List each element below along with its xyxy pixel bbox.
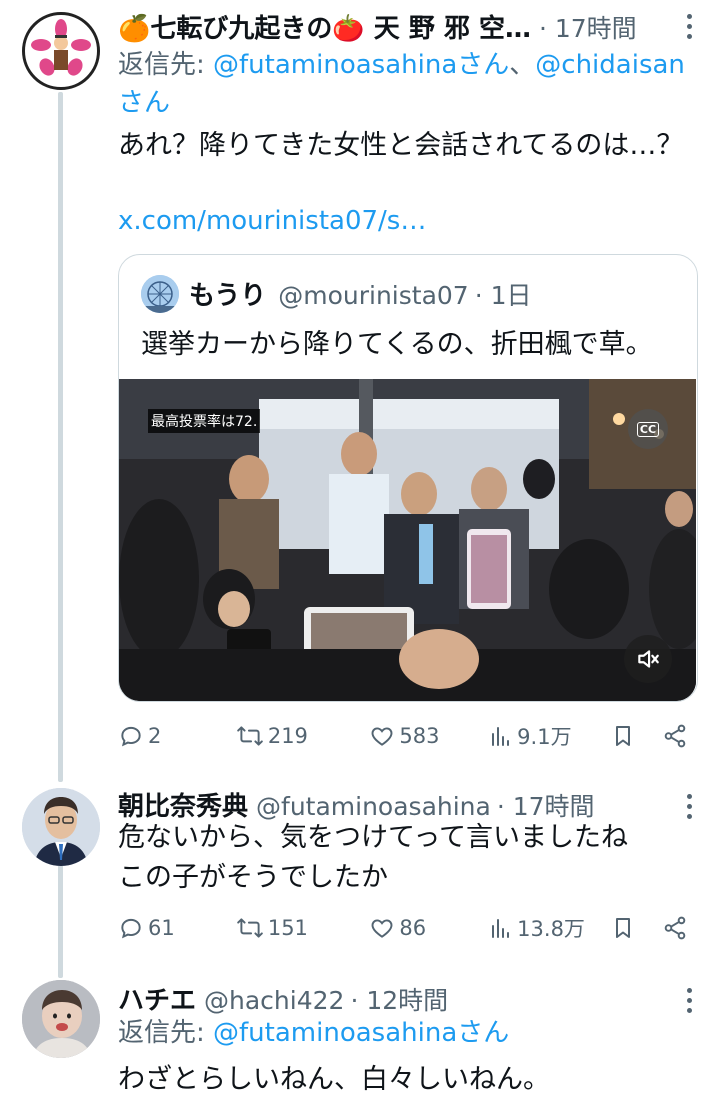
quote-avatar xyxy=(141,275,179,313)
repost-count: 151 xyxy=(267,916,308,940)
mention-link[interactable]: @futaminoasahinaさん xyxy=(213,50,509,80)
more-options-icon[interactable] xyxy=(684,14,694,39)
tweet-actions: 2 219 583 9.1万 xyxy=(118,716,688,756)
reply-count: 61 xyxy=(148,916,175,940)
reply-prefix: 返信先: xyxy=(118,1018,214,1048)
mention-suffix[interactable]: さん xyxy=(118,88,170,118)
like-count: 583 xyxy=(399,724,440,748)
timestamp[interactable]: · 17時間 xyxy=(539,9,637,45)
video-player[interactable]: 最高投票率は72. CC xyxy=(119,379,696,701)
tweet-actions: 61 151 86 13.8万 xyxy=(118,908,688,948)
share-button[interactable] xyxy=(662,723,688,749)
quote-author-name: もうり xyxy=(189,281,267,311)
like-button[interactable]: 583 xyxy=(369,723,489,749)
quote-tweet-card[interactable]: もうり @mourinista07 · 1日 選挙カーから降りてくるの、折田楓で… xyxy=(118,254,698,702)
share-button[interactable] xyxy=(662,915,688,941)
bookmark-button[interactable] xyxy=(611,723,662,749)
repost-button[interactable]: 219 xyxy=(236,723,370,749)
reply-to: 返信先: @futaminoasahinaさん、@chidaisan さん xyxy=(118,46,708,122)
reply-prefix: 返信先: xyxy=(118,50,214,80)
views-button[interactable]: 13.8万 xyxy=(489,913,611,943)
quote-text: 選挙カーから降りてくるの、折田楓で草。 xyxy=(141,329,653,360)
tweet-link[interactable]: x.com/mourinista07/s… xyxy=(118,206,426,236)
reply-icon xyxy=(121,726,141,747)
reply-count: 2 xyxy=(148,724,162,748)
bookmark-button[interactable] xyxy=(611,915,662,941)
more-options-icon[interactable] xyxy=(684,988,694,1013)
avatar[interactable] xyxy=(22,12,100,90)
views-button[interactable]: 9.1万 xyxy=(489,721,611,751)
author-name[interactable]: 🍊七転び九起きの🍅 天 野 邪 空… xyxy=(118,8,531,45)
heart-icon xyxy=(371,919,393,938)
like-count: 86 xyxy=(399,916,427,940)
like-button[interactable]: 86 xyxy=(369,915,489,941)
tweet-text: わざとらしいねん、白々しいねん。 xyxy=(118,1064,550,1095)
repost-icon xyxy=(237,726,263,746)
author-name[interactable]: ハチエ xyxy=(118,980,196,1017)
reply-button[interactable]: 61 xyxy=(118,915,236,941)
avatar[interactable] xyxy=(22,788,100,866)
view-count: 9.1万 xyxy=(517,725,572,749)
repost-icon xyxy=(237,918,263,938)
tweet-header: 🍊七転び九起きの🍅 天 野 邪 空… · 17時間 xyxy=(118,8,637,45)
avatar[interactable] xyxy=(22,980,100,1058)
share-icon xyxy=(664,916,686,940)
quote-header: もうり @mourinista07 · 1日 xyxy=(189,275,532,312)
author-handle[interactable]: @hachi422 xyxy=(204,986,344,1015)
repost-button[interactable]: 151 xyxy=(236,915,370,941)
more-options-icon[interactable] xyxy=(684,794,694,819)
mention-link[interactable]: @chidaisan xyxy=(535,50,685,80)
timestamp[interactable]: · 12時間 xyxy=(350,981,448,1017)
bookmark-icon xyxy=(615,918,630,938)
closed-captions-button[interactable]: CC xyxy=(628,409,668,449)
thread-line xyxy=(58,92,63,782)
tweet-text: あれ？降りてきた女性と会話されてるのは…？ xyxy=(118,130,684,161)
tweet-text: 危ないから、気をつけてって言いましたね この子がそうでしたか xyxy=(118,822,629,893)
reply-separator: 、 xyxy=(509,50,536,80)
reply-to: 返信先: @futaminoasahinaさん xyxy=(118,1014,708,1052)
quote-author-handle: @mourinista07 xyxy=(278,281,469,310)
view-count: 13.8万 xyxy=(517,917,585,941)
analytics-icon xyxy=(492,727,510,746)
reply-icon xyxy=(121,918,141,939)
bookmark-icon xyxy=(615,726,630,746)
share-icon xyxy=(664,724,686,748)
repost-count: 219 xyxy=(267,724,308,748)
mention-link[interactable]: @futaminoasahinaさん xyxy=(213,1018,509,1048)
quote-timestamp: · 1日 xyxy=(474,281,532,310)
video-caption-chip: 最高投票率は72. xyxy=(148,409,261,433)
cc-icon: CC xyxy=(636,421,660,437)
tweet-header: ハチエ @hachi422 · 12時間 xyxy=(118,980,448,1017)
mute-button[interactable] xyxy=(624,635,672,683)
reply-button[interactable]: 2 xyxy=(118,723,236,749)
author-handle[interactable]: @futaminoasahina xyxy=(256,792,491,821)
heart-icon xyxy=(371,727,393,746)
muted-speaker-icon xyxy=(638,650,659,668)
analytics-icon xyxy=(492,919,510,938)
